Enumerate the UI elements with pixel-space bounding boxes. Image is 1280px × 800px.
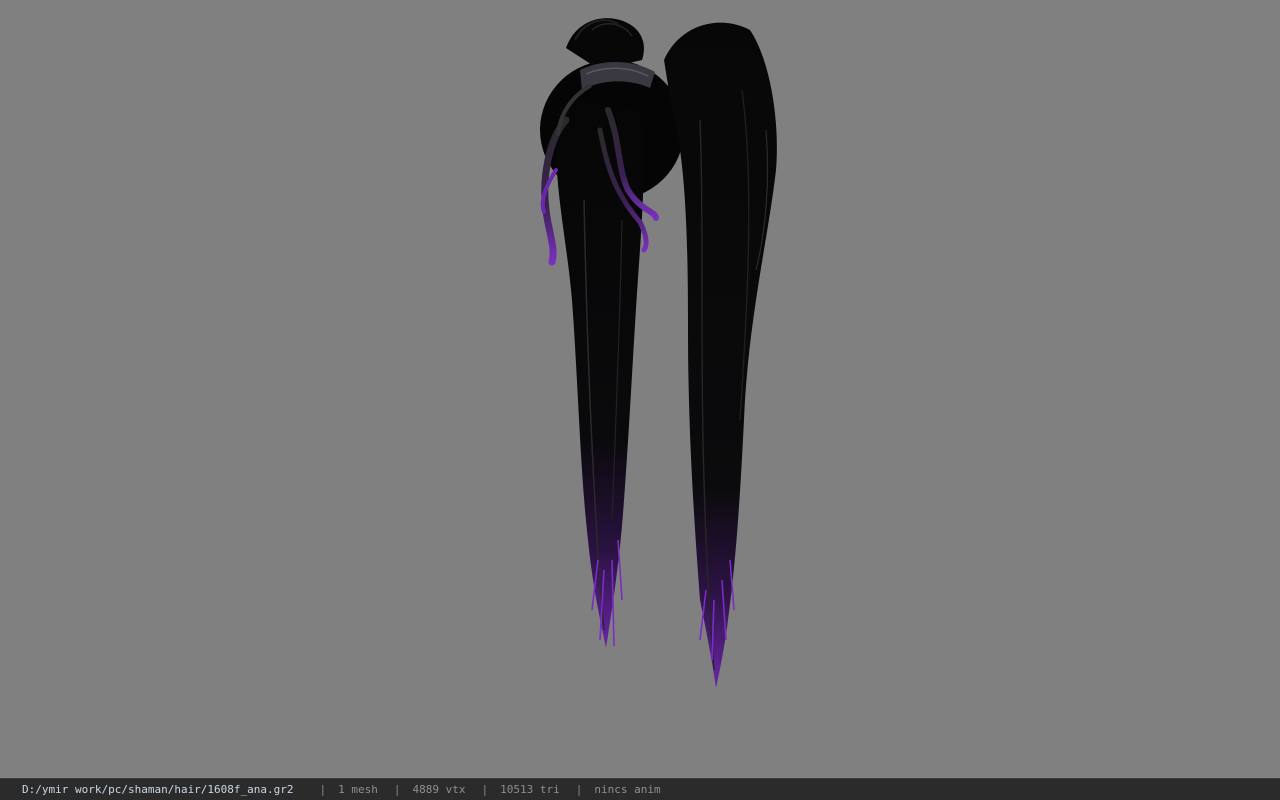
triangle-count: 10513 tri: [500, 783, 560, 796]
anim-status: nincs anim: [594, 783, 661, 796]
hair-model-render: [540, 18, 777, 689]
separator: |: [481, 783, 489, 796]
separator: |: [319, 783, 327, 796]
separator: |: [393, 783, 401, 796]
3d-viewport[interactable]: [0, 0, 1280, 778]
file-path: D:/ymir work/pc/shaman/hair/1608f_ana.gr…: [22, 783, 294, 796]
vertex-count: 4889 vtx: [412, 783, 466, 796]
mesh-count: 1 mesh: [338, 783, 378, 796]
status-bar: D:/ymir work/pc/shaman/hair/1608f_ana.gr…: [0, 778, 1280, 800]
hair-tail-right: [664, 22, 777, 689]
separator: |: [575, 783, 583, 796]
hair-tail-left: [555, 100, 644, 648]
